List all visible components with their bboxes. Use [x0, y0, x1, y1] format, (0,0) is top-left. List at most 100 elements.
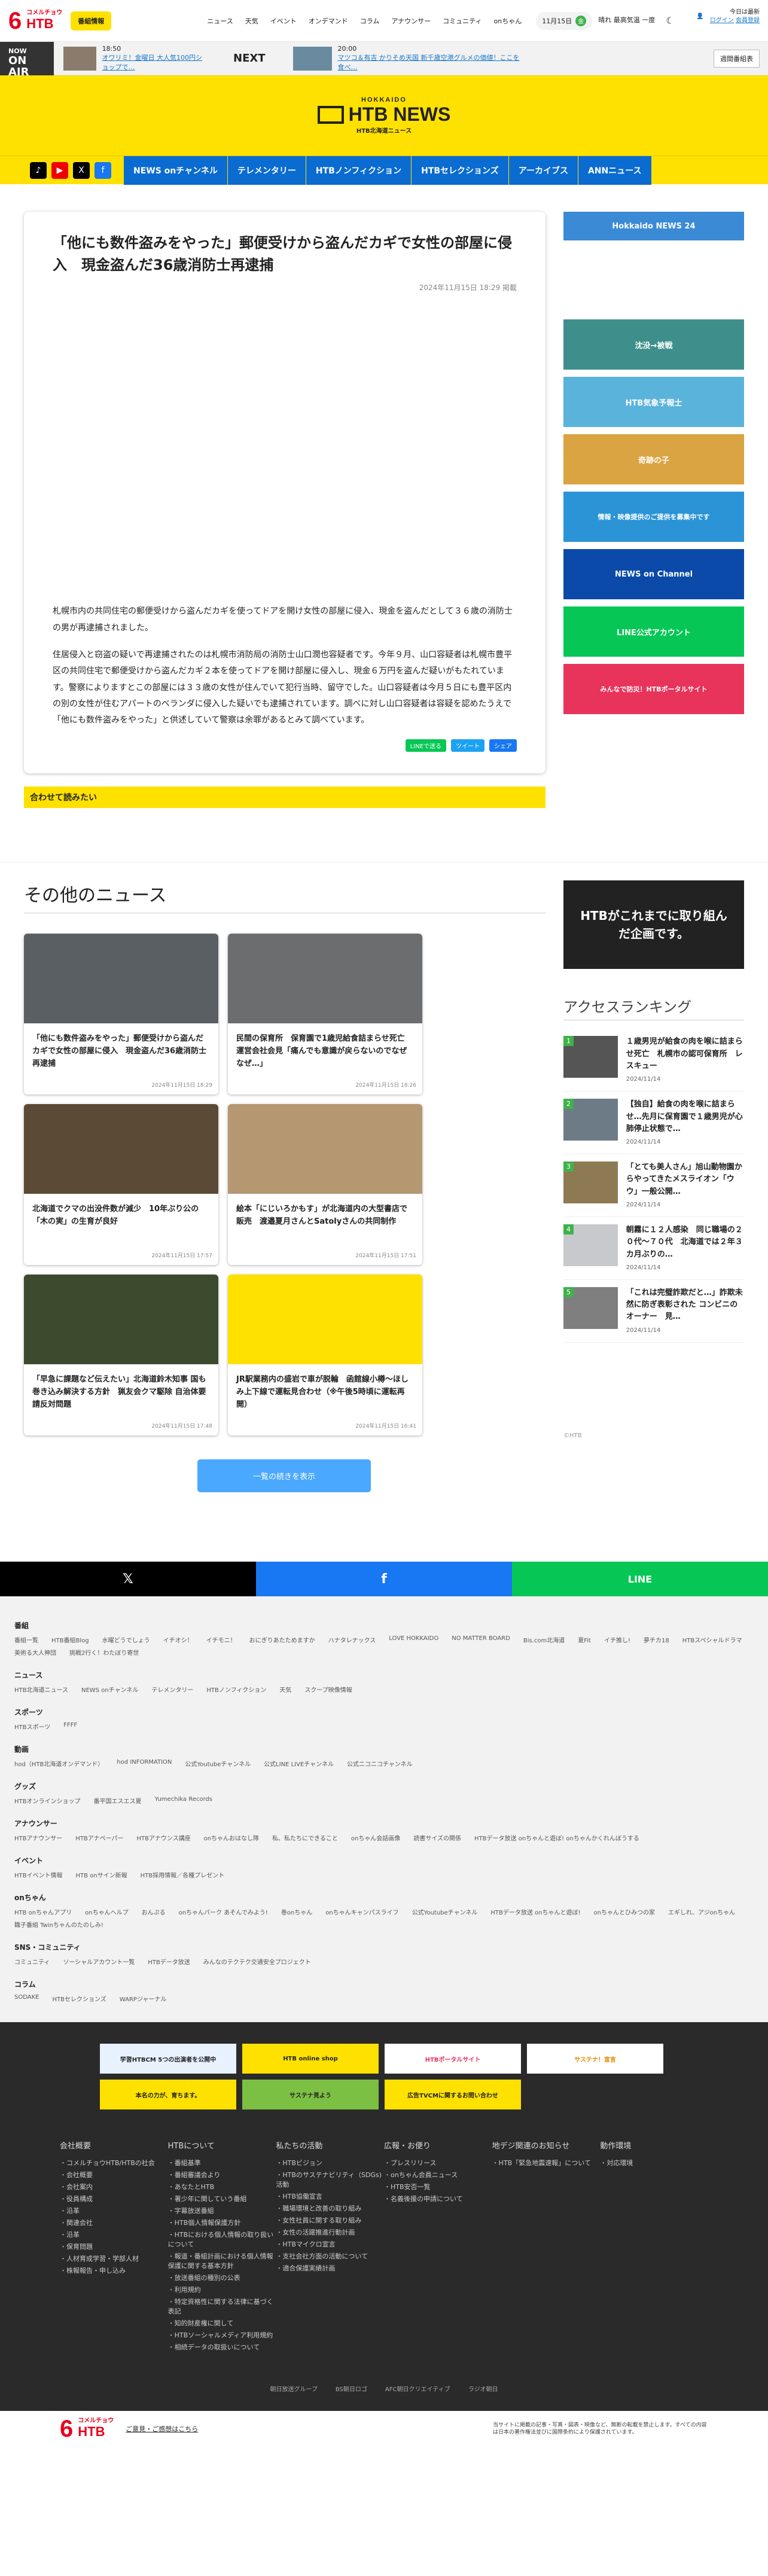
nav-item[interactable]: イベント	[270, 16, 297, 26]
news-card[interactable]: 「早急に課題など伝えたい」北海道鈴木知事 国も巻き込み解決する方針 猟友会クマ駆…	[24, 1275, 218, 1436]
sitemap-link[interactable]: 番平国エスエス夏	[94, 1796, 142, 1805]
line-account-banner[interactable]: LINE公式アカウント	[563, 606, 744, 657]
sitemap-link[interactable]: 水曜どうでしょう	[102, 1635, 150, 1644]
footer-link[interactable]: 沿革	[60, 2230, 168, 2239]
nav-item[interactable]: onちゃん	[494, 16, 522, 26]
sitemap-link[interactable]: onちゃんヘルプ	[85, 1907, 128, 1916]
tweet-button[interactable]: ツイート	[451, 739, 484, 752]
footer-link[interactable]: 人材育成学習・学部人材	[60, 2254, 168, 2263]
news-card[interactable]: 民間の保育所 保育園で1歳児給食詰まらせ死亡 運営会社会見「痛んでも意識が戻らな…	[228, 934, 422, 1095]
footer-link[interactable]: 朝日放送グループ	[270, 2384, 317, 2393]
footer-link[interactable]: HTBビジョン	[276, 2158, 384, 2168]
footer-link[interactable]: 相続データの取扱いについて	[168, 2342, 276, 2352]
tab-selections[interactable]: HTBセレクションズ	[411, 156, 508, 185]
sitemap-link[interactable]: イチモニ！	[206, 1635, 236, 1644]
x-share-button[interactable]: 𝕏	[0, 1562, 256, 1597]
footer-link[interactable]: 支社会社方面の活動について	[276, 2251, 384, 2261]
sitemap-link[interactable]: HTBオンラインショップ	[14, 1796, 81, 1805]
footer-link[interactable]: プレスリリース	[384, 2158, 492, 2168]
sitemap-link[interactable]: onちゃんおはなし隊	[204, 1833, 259, 1842]
footer-link[interactable]: 利用規約	[168, 2285, 276, 2294]
sitemap-heading[interactable]: 番組	[14, 1620, 754, 1630]
sitemap-link[interactable]: みんなのテクテク交通安全プロジェクト	[203, 1957, 311, 1966]
sitemap-link[interactable]: 美術る大人神団	[14, 1648, 56, 1657]
bousai-portal-banner[interactable]: みんなで防災！HTBポータルサイト	[563, 664, 744, 714]
footer-link[interactable]: AFC朝日クリエイティブ	[385, 2384, 450, 2393]
weather-summary[interactable]: 晴れ 最高気温 一度	[598, 16, 655, 25]
footer-link[interactable]: 番組審議会より	[168, 2170, 276, 2179]
sitemap-link[interactable]: HTBデータ放送 onちゃんと遊ぼ! onちゃんかくれんぼうする	[474, 1833, 639, 1842]
sitemap-link[interactable]: 公式Youtubeチャンネル	[412, 1907, 478, 1916]
footer-link[interactable]: 職場環境と改善の取り組み	[276, 2203, 384, 2213]
news-card[interactable]: 絵本「にじいろかもす」が北海道内の大型書店で販売 渡邉夏月さんとSatolyさん…	[228, 1104, 422, 1266]
ranking-item[interactable]: 5 「これは完璧詐欺だと…」詐欺未然に防ぎ表彰された コンビニのオーナー 見… 20…	[563, 1280, 744, 1343]
sitemap-link[interactable]: イチ推し!	[604, 1635, 630, 1644]
sitemap-heading[interactable]: SNS・コミュニティ	[14, 1942, 754, 1952]
tab-nonfiction[interactable]: HTBノンフィクション	[305, 156, 412, 185]
sitemap-link[interactable]: FFFF	[63, 1722, 77, 1731]
nav-item[interactable]: 天気	[245, 16, 258, 26]
sitemap-link[interactable]: HTBデータ放送	[148, 1957, 190, 1966]
facebook-icon[interactable]: f	[95, 161, 111, 179]
sitemap-link[interactable]: HTBスポーツ	[14, 1722, 50, 1731]
side-banner[interactable]: 沈没→被戦	[563, 319, 744, 370]
footer-link[interactable]: HTB協働宣言	[276, 2191, 384, 2201]
footer-link[interactable]: 会社案内	[60, 2182, 168, 2191]
now-program[interactable]: 18:50 オワリミ！金曜日 大人気100円ショップで…	[54, 45, 215, 72]
sitemap-link[interactable]: 職子番組 Twinちゃんのたのしみ!	[14, 1920, 103, 1929]
sitemap-link[interactable]: HTB onちゃんアプリ	[14, 1907, 72, 1916]
weather-forecaster-banner[interactable]: HTB気象予報士	[563, 377, 744, 427]
footer-link[interactable]: 関連会社	[60, 2218, 168, 2227]
next-program[interactable]: 20:00 マツコ＆有吉 かりそめ天国 新千歳空港グルメの価値！ここを食べ…	[284, 45, 535, 72]
sitemap-link[interactable]: HTBイベント情報	[14, 1870, 63, 1879]
sitemap-link[interactable]: ソーシャルアカウント一覧	[63, 1957, 135, 1966]
sitemap-link[interactable]: HTB onサイン新報	[76, 1870, 127, 1879]
sitemap-heading[interactable]: グッズ	[14, 1781, 754, 1791]
kiseki-banner[interactable]: 奇跡の子	[563, 434, 744, 484]
ranking-item[interactable]: 4 朝霧に１２人感染 同じ職場の２０代～７０代 北海道では２年３カ月ぶりの… 202…	[563, 1217, 744, 1281]
footer-link[interactable]: コメルチョウHTB/HTBの社会	[60, 2158, 168, 2168]
sitemap-link[interactable]: 私、私たちにできること	[272, 1833, 338, 1842]
tab-telementary[interactable]: テレメンタリー	[227, 156, 306, 185]
sitemap-link[interactable]: 天気	[279, 1685, 291, 1694]
footer-banner[interactable]: 広告TVCMに関するお問い合わせ	[385, 2080, 521, 2110]
footer-link[interactable]: 適合保護実績計画	[276, 2263, 384, 2273]
footer-link[interactable]: 役員構成	[60, 2194, 168, 2203]
sitemap-heading[interactable]: ニュース	[14, 1670, 754, 1680]
nav-item[interactable]: コミュニティ	[443, 16, 481, 26]
htb-news-banner[interactable]: HOKKAIDO HTB NEWS HTB北海道ニュース	[0, 75, 768, 156]
sitemap-link[interactable]: LOVE HOKKAIDO	[389, 1635, 438, 1644]
footer-link[interactable]: 名義後援の申請について	[384, 2194, 492, 2203]
sitemap-link[interactable]: HTBアナウンサー	[14, 1833, 62, 1842]
program-info-button[interactable]: 番組情報	[71, 11, 112, 31]
footer-link[interactable]: onちゃん会員ニュース	[384, 2170, 492, 2179]
sitemap-link[interactable]: HTBデータ放送 onちゃんと遊ぼ!	[490, 1907, 580, 1916]
footer-link[interactable]: HTBにおける個人情報の取り扱いについて	[168, 2230, 276, 2249]
sitemap-link[interactable]: onちゃんパーク あそんでみよう!	[179, 1907, 268, 1916]
sitemap-heading[interactable]: イベント	[14, 1855, 754, 1865]
sitemap-link[interactable]: 巻onちゃん	[281, 1907, 312, 1916]
footer-link[interactable]: 知的財産権に関して	[168, 2318, 276, 2328]
x-icon[interactable]: X	[73, 161, 90, 179]
sitemap-link[interactable]: hod INFORMATION	[117, 1759, 172, 1768]
footer-link[interactable]: 保育問題	[60, 2242, 168, 2251]
sitemap-link[interactable]: おにぎりあたためますか	[249, 1635, 315, 1644]
sitemap-heading[interactable]: コラム	[14, 1979, 754, 1989]
sitemap-link[interactable]: SODAKE	[14, 1994, 39, 2003]
sitemap-link[interactable]: HTBスペシャルドラマ	[682, 1635, 742, 1644]
line-share-button[interactable]: LINE	[512, 1562, 768, 1597]
tab-ann-news[interactable]: ANNニュース	[577, 156, 651, 185]
sitemap-link[interactable]: onちゃんとひみつの家	[594, 1907, 655, 1916]
youtube-icon[interactable]: ▶	[51, 161, 68, 179]
sitemap-link[interactable]: hod（HTB北海道オンデマンド）	[14, 1759, 103, 1768]
footer-banner[interactable]: サステナ！宣言	[527, 2044, 663, 2074]
sitemap-link[interactable]: onちゃんキャンパスライフ	[325, 1907, 398, 1916]
sitemap-link[interactable]: 夏Fit	[578, 1635, 591, 1644]
show-more-button[interactable]: 一覧の続きを表示	[197, 1459, 371, 1493]
news-card[interactable]: 北海道でクマの出没件数が減少 10年ぶり公の「木の実」の生育が良好 2024年11…	[24, 1104, 218, 1266]
nav-item[interactable]: コラム	[360, 16, 380, 26]
sitemap-link[interactable]: onちゃん会話画像	[351, 1833, 400, 1842]
sitemap-link[interactable]: HTBアナペーパー	[75, 1833, 123, 1842]
footer-link[interactable]: HTB「緊急地震速報」について	[492, 2158, 601, 2168]
sitemap-link[interactable]: HTB採用情報／各種プレゼント	[141, 1870, 225, 1879]
